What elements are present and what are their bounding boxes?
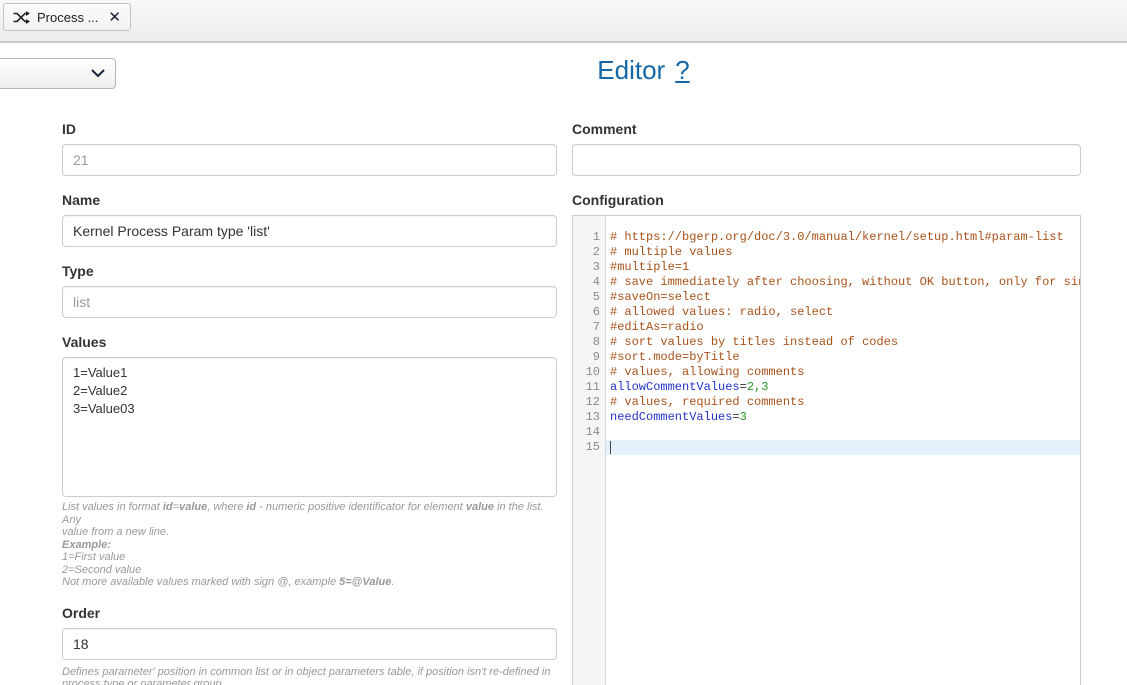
order-field[interactable]: [62, 628, 557, 660]
line-number: 13: [573, 410, 605, 425]
line-number: 12: [573, 395, 605, 410]
type-label: Type: [62, 263, 557, 279]
line-number: 8: [573, 335, 605, 350]
code-line[interactable]: # values, required comments: [606, 395, 1080, 410]
code-line[interactable]: #multiple=1: [606, 260, 1080, 275]
param-type-select[interactable]: [0, 58, 116, 89]
tab-bar: Process ... ✕: [0, 0, 1127, 43]
line-number: 10: [573, 365, 605, 380]
help-link[interactable]: ?: [675, 55, 689, 85]
code-line[interactable]: needCommentValues=3: [606, 410, 1080, 425]
line-number: 11: [573, 380, 605, 395]
comment-field[interactable]: [572, 144, 1081, 176]
values-label: Values: [62, 334, 557, 350]
code-line[interactable]: allowCommentValues=2,3: [606, 380, 1080, 395]
id-field: [62, 144, 557, 176]
type-field: [62, 286, 557, 318]
code-line[interactable]: # save immediately after choosing, witho…: [606, 275, 1080, 290]
values-field[interactable]: 1=Value1 2=Value2 3=Value03: [62, 357, 557, 497]
code-line[interactable]: # values, allowing comments: [606, 365, 1080, 380]
left-column: ID Name Type Values 1=Value1 2=Value2 3=…: [62, 113, 557, 685]
close-icon[interactable]: ✕: [108, 10, 121, 25]
shuffle-icon: [13, 11, 30, 24]
line-number: 4: [573, 275, 605, 290]
order-label: Order: [62, 605, 557, 621]
line-number: 3: [573, 260, 605, 275]
code-line[interactable]: [606, 425, 1080, 440]
code-gutter: 123456789101112131415: [573, 216, 606, 685]
line-number: 1: [573, 230, 605, 245]
line-number: 7: [573, 320, 605, 335]
tab-label: Process ...: [37, 10, 98, 25]
page-header: Editor?: [160, 55, 1127, 86]
right-column: Comment Configuration 123456789101112131…: [572, 113, 1081, 685]
code-line[interactable]: [606, 440, 1080, 455]
line-number: 2: [573, 245, 605, 260]
code-line[interactable]: # multiple values: [606, 245, 1080, 260]
code-lines[interactable]: # https://bgerp.org/doc/3.0/manual/kerne…: [606, 216, 1080, 685]
code-line[interactable]: #sort.mode=byTitle: [606, 350, 1080, 365]
code-line[interactable]: #editAs=radio: [606, 320, 1080, 335]
line-number: 6: [573, 305, 605, 320]
code-line[interactable]: # sort values by titles instead of codes: [606, 335, 1080, 350]
configuration-label: Configuration: [572, 192, 1081, 208]
line-number: 15: [573, 440, 605, 455]
chevron-down-icon: [91, 69, 105, 78]
name-field[interactable]: [62, 215, 557, 247]
line-number: 9: [573, 350, 605, 365]
comment-label: Comment: [572, 121, 1081, 137]
configuration-editor[interactable]: 123456789101112131415 # https://bgerp.or…: [572, 215, 1081, 685]
text-cursor: [610, 441, 611, 454]
values-help: List values in format id=value, where id…: [62, 501, 557, 589]
code-line[interactable]: #saveOn=select: [606, 290, 1080, 305]
page-title: Editor: [597, 55, 665, 85]
code-line[interactable]: # https://bgerp.org/doc/3.0/manual/kerne…: [606, 230, 1080, 245]
editor-screen: Process ... ✕ Editor? ID Name Type Value…: [0, 0, 1127, 685]
order-help: Defines parameter' position in common li…: [62, 666, 557, 685]
tab-process[interactable]: Process ... ✕: [3, 3, 131, 31]
line-number: 14: [573, 425, 605, 440]
name-label: Name: [62, 192, 557, 208]
id-label: ID: [62, 121, 557, 137]
line-number: 5: [573, 290, 605, 305]
code-line[interactable]: # allowed values: radio, select: [606, 305, 1080, 320]
